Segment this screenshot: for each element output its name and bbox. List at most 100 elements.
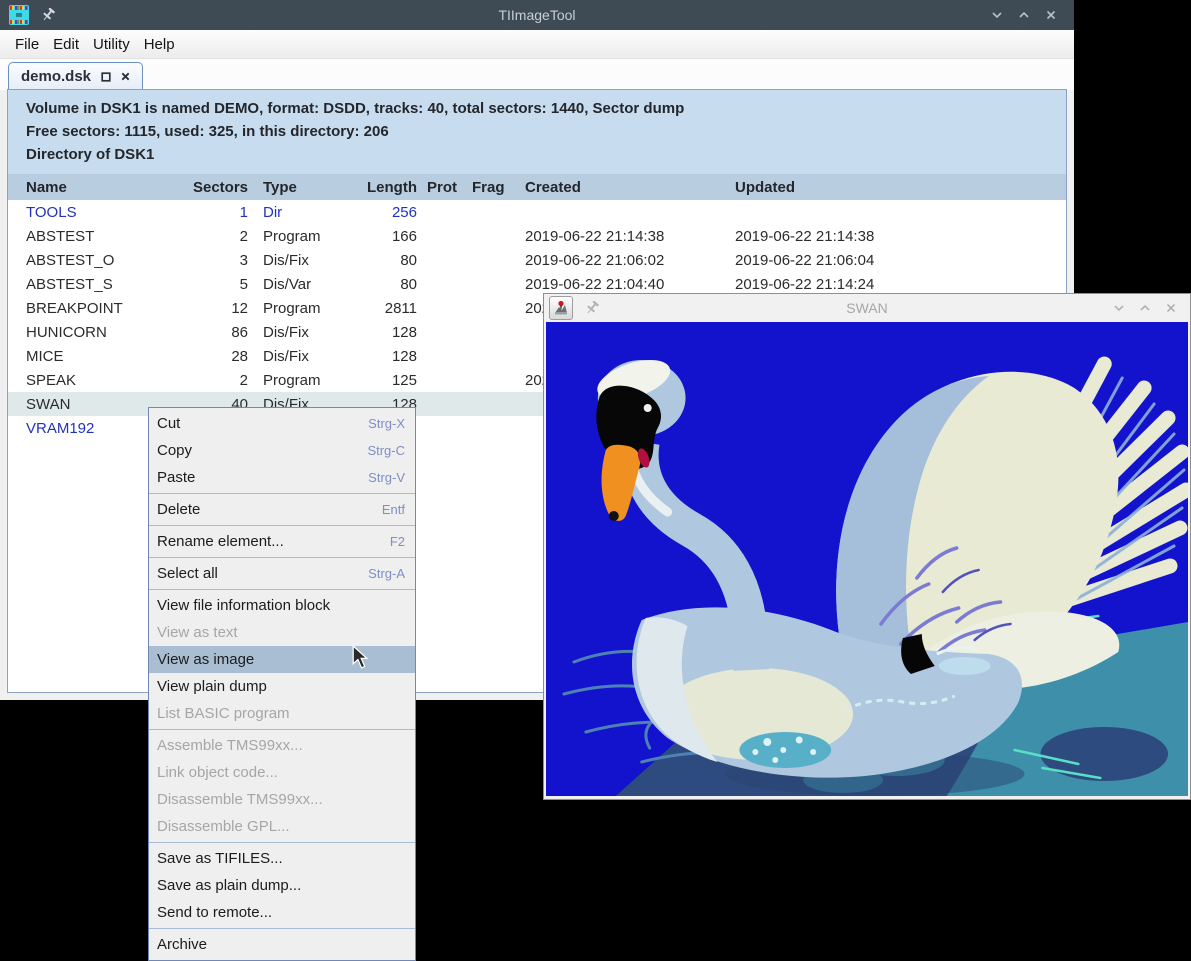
menu-item-link-object-code: Link object code... bbox=[149, 759, 415, 786]
cell-length: 128 bbox=[355, 348, 417, 365]
image-viewer-icon[interactable] bbox=[549, 296, 573, 320]
menu-group-3: Rename element...F2 bbox=[149, 525, 415, 555]
cell-type: Dis/Fix bbox=[263, 348, 355, 365]
menu-item-label: Link object code... bbox=[157, 764, 405, 781]
tab-bar: demo.dsk bbox=[0, 59, 1074, 90]
cell-sectors: 5 bbox=[176, 276, 248, 293]
cell-length: 80 bbox=[355, 276, 417, 293]
menu-item-label: Disassemble TMS99xx... bbox=[157, 791, 405, 808]
close-icon[interactable] bbox=[1042, 6, 1060, 24]
mouse-cursor bbox=[352, 646, 368, 674]
menu-item-save-as-plain-dump[interactable]: Save as plain dump... bbox=[149, 872, 415, 899]
menu-item-select-all[interactable]: Select allStrg-A bbox=[149, 560, 415, 587]
volume-info-panel: Volume in DSK1 is named DEMO, format: DS… bbox=[8, 90, 1066, 174]
menu-group-2: DeleteEntf bbox=[149, 493, 415, 523]
cell-type: Dis/Fix bbox=[263, 324, 355, 341]
minimize-icon[interactable] bbox=[1110, 299, 1128, 317]
cell-name: ABSTEST_O bbox=[26, 252, 176, 269]
table-row-abstest[interactable]: ABSTEST2Program1662019-06-22 21:14:38201… bbox=[8, 224, 1066, 248]
swan-image bbox=[546, 322, 1188, 796]
tiimagetool-disk-icon[interactable] bbox=[9, 5, 29, 25]
menu-item-shortcut: Strg-A bbox=[368, 566, 405, 581]
cell-type: Dir bbox=[263, 204, 355, 221]
cell-name: ABSTEST bbox=[26, 228, 176, 245]
menu-item-label: Paste bbox=[157, 469, 368, 486]
cell-sectors: 28 bbox=[176, 348, 248, 365]
menu-item-label: View file information block bbox=[157, 597, 405, 614]
menu-item-label: Send to remote... bbox=[157, 904, 405, 921]
table-row-abstest-o[interactable]: ABSTEST_O3 Dis/Fix80 2019-06-22 21:06:0220… bbox=[8, 248, 1066, 272]
close-icon[interactable] bbox=[1162, 299, 1180, 317]
menu-item-shortcut: Strg-V bbox=[368, 470, 405, 485]
menu-item-view-plain-dump[interactable]: View plain dump bbox=[149, 673, 415, 700]
cell-length: 80 bbox=[355, 252, 417, 269]
table-row-tools[interactable]: TOOLS1Dir256 bbox=[8, 200, 1066, 224]
cell-sectors: 3 bbox=[176, 252, 248, 269]
close-tab-icon[interactable] bbox=[121, 72, 130, 81]
menu-item-shortcut: Strg-X bbox=[368, 416, 405, 431]
column-header-frag: Frag bbox=[472, 179, 521, 196]
volume-info-line-3: Directory of DSK1 bbox=[26, 143, 1066, 166]
detach-window-icon[interactable] bbox=[101, 72, 111, 82]
menu-item-shortcut: F2 bbox=[390, 534, 405, 549]
menu-item-cut[interactable]: CutStrg-X bbox=[149, 410, 415, 437]
menu-item-label: Cut bbox=[157, 415, 368, 432]
menu-bar: FileEditUtilityHelp bbox=[0, 30, 1074, 59]
swan-window-title: SWAN bbox=[544, 300, 1190, 316]
swan-titlebar[interactable]: SWAN bbox=[544, 294, 1190, 322]
menu-item-view-file-information-block[interactable]: View file information block bbox=[149, 592, 415, 619]
cell-sectors: 86 bbox=[176, 324, 248, 341]
column-header-type: Type bbox=[263, 179, 355, 196]
menu-item-view-as-text: View as text bbox=[149, 619, 415, 646]
menu-item-delete[interactable]: DeleteEntf bbox=[149, 496, 415, 523]
pin-icon[interactable] bbox=[585, 301, 599, 315]
menu-item-label: Assemble TMS99xx... bbox=[157, 737, 405, 754]
tab-label: demo.dsk bbox=[21, 68, 91, 85]
cell-type: Dis/Var bbox=[263, 276, 355, 293]
cell-name: TOOLS bbox=[26, 204, 176, 221]
menubar-item-edit[interactable]: Edit bbox=[46, 36, 86, 53]
column-header-updated: Updated bbox=[735, 179, 1066, 196]
cell-length: 125 bbox=[355, 372, 417, 389]
cell-created: 2019-06-22 21:06:02 bbox=[525, 252, 735, 269]
cell-type: Dis/Fix bbox=[263, 252, 355, 269]
pin-icon[interactable] bbox=[41, 8, 55, 22]
tab-demo-dsk[interactable]: demo.dsk bbox=[8, 62, 143, 90]
maximize-icon[interactable] bbox=[1136, 299, 1154, 317]
minimize-icon[interactable] bbox=[988, 6, 1006, 24]
cell-updated: 2019-06-22 21:14:24 bbox=[735, 276, 1066, 293]
cell-name: BREAKPOINT bbox=[26, 300, 176, 317]
cell-created: 2019-06-22 21:14:38 bbox=[525, 228, 735, 245]
menu-item-paste[interactable]: PasteStrg-V bbox=[149, 464, 415, 491]
menu-group-1: CutStrg-XCopyStrg-CPasteStrg-V bbox=[149, 410, 415, 491]
menubar-item-utility[interactable]: Utility bbox=[86, 36, 137, 53]
main-titlebar[interactable]: TIImageTool bbox=[0, 0, 1074, 30]
menu-item-copy[interactable]: CopyStrg-C bbox=[149, 437, 415, 464]
menu-item-rename-element[interactable]: Rename element...F2 bbox=[149, 528, 415, 555]
column-header-name: Name bbox=[26, 179, 176, 196]
menu-item-shortcut: Strg-C bbox=[367, 443, 405, 458]
cell-length: 166 bbox=[355, 228, 417, 245]
maximize-icon[interactable] bbox=[1015, 6, 1033, 24]
cell-name: ABSTEST_S bbox=[26, 276, 176, 293]
cell-length: 256 bbox=[355, 204, 417, 221]
menu-item-save-as-tifiles[interactable]: Save as TIFILES... bbox=[149, 845, 415, 872]
column-header-length: Length bbox=[355, 179, 417, 196]
cell-sectors: 2 bbox=[176, 228, 248, 245]
cell-updated: 2019-06-22 21:06:04 bbox=[735, 252, 1066, 269]
menu-item-view-as-image[interactable]: View as image bbox=[149, 646, 415, 673]
menu-item-label: Save as TIFILES... bbox=[157, 850, 405, 867]
menu-item-label: Copy bbox=[157, 442, 367, 459]
menu-item-send-to-remote[interactable]: Send to remote... bbox=[149, 899, 415, 926]
column-header-sectors: Sectors bbox=[176, 179, 248, 196]
menu-item-label: Rename element... bbox=[157, 533, 390, 550]
menu-item-archive[interactable]: Archive bbox=[149, 931, 415, 958]
menu-item-label: List BASIC program bbox=[157, 705, 405, 722]
menubar-item-file[interactable]: File bbox=[8, 36, 46, 53]
swan-image-window: SWAN bbox=[543, 293, 1191, 800]
cell-created: 2019-06-22 21:04:40 bbox=[525, 276, 735, 293]
menubar-item-help[interactable]: Help bbox=[137, 36, 182, 53]
cell-name: SPEAK bbox=[26, 372, 176, 389]
menu-group-5: View file information blockView as textV… bbox=[149, 589, 415, 727]
column-header-prot: Prot bbox=[427, 179, 472, 196]
